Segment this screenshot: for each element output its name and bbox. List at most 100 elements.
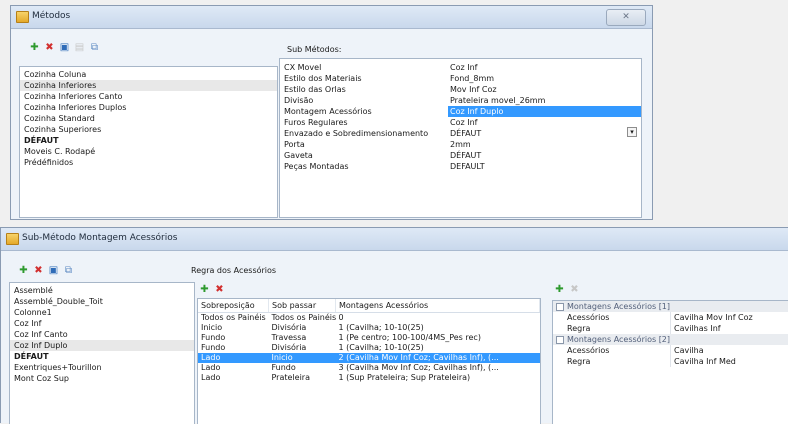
delete-icon[interactable]: ✖ (33, 265, 44, 276)
property-row[interactable]: Gaveta DÉFAUT (280, 150, 641, 161)
dropdown-arrow-icon[interactable]: ▾ (627, 127, 637, 137)
property-value[interactable]: DEFAULT (448, 161, 641, 172)
list-item[interactable]: Cozinha Inferiores Duplos (20, 102, 277, 113)
list-item[interactable]: Coz Inf (10, 318, 194, 329)
table-cell: Lado (198, 353, 269, 363)
property-row[interactable]: Furos Regulares Coz Inf (280, 117, 641, 128)
delete-icon[interactable]: ✖ (569, 284, 580, 295)
property-value[interactable]: Coz Inf (448, 62, 641, 73)
property-value[interactable]: Cavilha (671, 345, 788, 356)
duplicate-icon[interactable]: ⧉ (63, 265, 74, 276)
list-item[interactable]: Coz Inf Duplo (10, 340, 194, 351)
property-value[interactable]: DÉFAUT (448, 150, 641, 161)
property-value[interactable]: 2mm (448, 139, 641, 150)
property-value[interactable]: Coz Inf (448, 117, 641, 128)
import-icon[interactable]: ▣ (59, 42, 70, 53)
table-cell: 3 (Cavilha Mov Inf Coz; Cavilhas Inf), (… (338, 363, 499, 372)
property-value[interactable]: Cavilhas Inf (671, 323, 788, 334)
property-value[interactable]: Prateleira movel_26mm (448, 95, 641, 106)
list-item[interactable]: DÉFAUT (20, 135, 277, 146)
property-row[interactable]: Acessórios Cavilha Mov Inf Coz (553, 312, 788, 323)
column-header[interactable]: Sob passar (268, 299, 336, 313)
rules-label: Regra dos Acessórios (191, 266, 277, 275)
edit-icon[interactable]: ▤ (74, 42, 85, 53)
property-value[interactable]: Coz Inf Duplo (448, 106, 641, 117)
table-cell: Divisória (271, 323, 307, 332)
property-name: Regra (553, 356, 671, 367)
table-row[interactable]: Fundo Travessa 1 (Pe centro; 100-100/4MS_P… (198, 333, 540, 343)
table-row[interactable]: Inicio Divisória 1 (Cavilha; 10-10(25) (198, 323, 540, 333)
duplicate-icon[interactable]: ⧉ (89, 42, 100, 53)
property-row[interactable]: Montagem Acessórios Coz Inf Duplo (280, 106, 641, 117)
table-cell: Prateleira (271, 373, 311, 382)
table-cell: 1 (Sup Prateleira; Sup Prateleira) (338, 373, 471, 382)
property-row[interactable]: Divisão Prateleira movel_26mm (280, 95, 641, 106)
property-row[interactable]: Regra Cavilhas Inf (553, 323, 788, 334)
close-button[interactable]: ✕ (606, 9, 646, 26)
collapse-icon[interactable] (556, 303, 564, 311)
collapse-icon[interactable] (556, 336, 564, 344)
submethods-grid[interactable]: CX Movel Coz Inf Estilo dos Materiais Fond_… (279, 58, 642, 218)
property-row[interactable]: CX Movel Coz Inf (280, 62, 641, 73)
submethods-list[interactable]: Assemblé Assemblé_Double_Toit Colonne1 Coz … (9, 282, 195, 424)
list-item[interactable]: Cozinha Standard (20, 113, 277, 124)
delete-icon[interactable]: ✖ (44, 42, 55, 53)
folder-icon (6, 233, 19, 245)
list-item[interactable]: Cozinha Superiores (20, 124, 277, 135)
table-row[interactable]: Todos os Painéis Todos os Painéis 0 (198, 313, 540, 324)
property-name: Peças Montadas (284, 162, 349, 171)
property-value[interactable]: Cavilha Inf Med (671, 356, 788, 367)
import-icon[interactable]: ▣ (48, 265, 59, 276)
list-item[interactable]: Mont Coz Sup (10, 373, 194, 384)
table-row[interactable]: Lado Fundo 3 (Cavilha Mov Inf Coz; Cavilha… (198, 363, 540, 373)
property-value[interactable]: Fond_8mm (448, 73, 641, 84)
property-row[interactable]: Acessórios Cavilha (553, 345, 788, 356)
property-row[interactable]: Porta 2mm (280, 139, 641, 150)
list-item[interactable]: Exentriques+Tourillon (10, 362, 194, 373)
methods-list[interactable]: Cozinha Coluna Cozinha Inferiores Cozinha … (19, 66, 278, 218)
table-cell: 0 (338, 313, 344, 322)
add-icon[interactable]: ✚ (199, 284, 210, 295)
list-item[interactable]: Prédéfinidos (20, 157, 277, 168)
property-value[interactable]: DÉFAUT (448, 128, 641, 139)
property-name: CX Movel (284, 63, 322, 72)
list-item[interactable]: Cozinha Inferiores (20, 80, 277, 91)
property-category[interactable]: Montagens Acessórios [1] (553, 301, 788, 312)
list-item[interactable]: DÉFAUT (10, 351, 194, 362)
delete-icon[interactable]: ✖ (214, 284, 225, 295)
table-row[interactable]: Lado Prateleira 1 (Sup Prateleira; Sup Pra… (198, 373, 540, 383)
submethod-titlebar[interactable]: Sub-Método Montagem Acessórios (1, 228, 788, 251)
table-row[interactable]: Lado Inicio 2 (Cavilha Mov Inf Coz; Cavilh… (198, 353, 540, 363)
property-row[interactable]: Estilo dos Materiais Fond_8mm (280, 73, 641, 84)
property-row[interactable]: Peças Montadas DEFAULT (280, 161, 641, 172)
property-row[interactable]: Regra Cavilha Inf Med (553, 356, 788, 367)
list-item[interactable]: Cozinha Inferiores Canto (20, 91, 277, 102)
methods-titlebar[interactable]: Métodos ✕ (11, 6, 652, 29)
table-cell: Inicio (268, 353, 336, 363)
property-row[interactable]: Envazado e Sobredimensionamento DÉFAUT (280, 128, 641, 139)
property-name: Estilo dos Materiais (284, 74, 362, 83)
table-row[interactable]: Fundo Divisória 1 (Cavilha; 10-10(25) (198, 343, 540, 353)
list-item[interactable]: Assemblé_Double_Toit (10, 296, 194, 307)
add-icon[interactable]: ✚ (554, 284, 565, 295)
list-item[interactable]: Colonne1 (10, 307, 194, 318)
table-cell: Fundo (201, 333, 226, 342)
add-icon[interactable]: ✚ (29, 42, 40, 53)
list-item[interactable]: Cozinha Coluna (20, 69, 277, 80)
rules-table[interactable]: Sobreposição Sob passar Montagens Acessó… (197, 298, 541, 424)
add-icon[interactable]: ✚ (18, 265, 29, 276)
props-grid[interactable]: Montagens Acessórios [1] Acessórios Cavilh… (552, 300, 788, 424)
property-row[interactable]: Estilo das Orlas Mov Inf Coz (280, 84, 641, 95)
table-cell: Inicio (201, 323, 223, 332)
table-cell: Fundo (201, 343, 226, 352)
property-value[interactable]: Mov Inf Coz (448, 84, 641, 95)
table-cell: Todos os Painéis (271, 313, 336, 322)
list-item[interactable]: Coz Inf Canto (10, 329, 194, 340)
list-item[interactable]: Assemblé (10, 285, 194, 296)
property-category[interactable]: Montagens Acessórios [2] (553, 334, 788, 345)
property-value[interactable]: Cavilha Mov Inf Coz (671, 312, 788, 323)
column-header[interactable]: Montagens Acessórios (335, 299, 540, 313)
column-header[interactable]: Sobreposição (198, 299, 269, 313)
submethods-label: Sub Métodos: (287, 45, 342, 54)
list-item[interactable]: Moveis C. Rodapé (20, 146, 277, 157)
